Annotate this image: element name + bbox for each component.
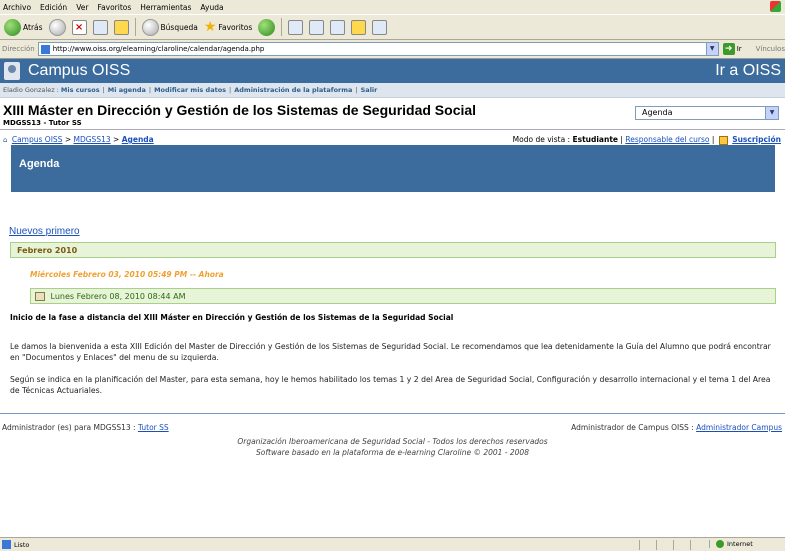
tool-select[interactable]: Agenda ▼ bbox=[635, 106, 779, 120]
search-button[interactable]: Búsqueda bbox=[141, 18, 198, 36]
back-arrow-icon bbox=[4, 18, 21, 36]
event-title: Inicio de la fase a distancia del XIII M… bbox=[10, 313, 454, 322]
agenda-banner: Agenda bbox=[11, 145, 775, 192]
footer-right-label: Administrador de Campus OISS : bbox=[571, 423, 694, 432]
event-paragraph: Le damos la bienvenida a esta XIII Edici… bbox=[10, 342, 771, 362]
search-icon bbox=[141, 18, 159, 36]
campus-title[interactable]: Campus OISS bbox=[28, 62, 130, 80]
footer-divider bbox=[0, 413, 785, 414]
calendar-icon bbox=[35, 292, 45, 301]
link-salir[interactable]: Salir bbox=[361, 86, 378, 94]
course-subtitle: MDGSS13 - Tutor SS bbox=[3, 119, 82, 127]
footer-credits: Organización Iberoamericana de Seguridad… bbox=[0, 436, 785, 458]
footer-line-1: Organización Iberoamericana de Seguridad… bbox=[237, 437, 548, 446]
status-bar: Listo Internet bbox=[0, 537, 785, 551]
address-dropdown-icon[interactable]: ▼ bbox=[705, 43, 718, 55]
user-bar: Eladio Gonzalez : Mis cursos | Mi agenda… bbox=[0, 83, 785, 98]
home-icon[interactable] bbox=[113, 19, 129, 35]
menu-herramientas[interactable]: Herramientas bbox=[140, 3, 191, 12]
ie-page-icon bbox=[2, 540, 11, 549]
home-icon: ⌂ bbox=[3, 136, 8, 144]
ir-oiss-link[interactable]: Ir a OISS bbox=[715, 62, 781, 80]
back-label: Atrás bbox=[23, 22, 43, 32]
event-body: Le damos la bienvenida a esta XIII Edici… bbox=[10, 341, 772, 407]
breadcrumb-home[interactable]: Campus OISS bbox=[12, 135, 63, 144]
print-icon[interactable] bbox=[309, 19, 325, 35]
responsible-link[interactable]: Responsable del curso bbox=[625, 135, 709, 144]
star-icon: ★ bbox=[203, 19, 217, 35]
oiss-logo-icon bbox=[4, 62, 20, 80]
links-button[interactable]: Vínculos bbox=[756, 45, 785, 53]
toolbar: Atrás × Búsqueda ★ Favoritos bbox=[0, 14, 785, 40]
status-text: Listo bbox=[14, 540, 30, 549]
admin-campus-link[interactable]: Administrador Campus bbox=[696, 423, 782, 432]
month-header: Febrero 2010 bbox=[10, 242, 776, 258]
course-header: XIII Máster en Dirección y Gestión de lo… bbox=[0, 98, 785, 130]
campus-header: Campus OISS Ir a OISS bbox=[0, 59, 785, 83]
forward-arrow-icon bbox=[48, 18, 66, 36]
breadcrumb: ⌂ Campus OISS > MDGSS13 > Agenda bbox=[3, 135, 154, 144]
zone-label: Internet bbox=[727, 540, 753, 548]
footer: Administrador (es) para MDGSS13 : Tutor … bbox=[0, 419, 785, 479]
link-administracion[interactable]: Administración de la plataforma bbox=[234, 86, 352, 94]
windows-logo-icon bbox=[770, 1, 781, 12]
subscription-link[interactable]: Suscripción bbox=[732, 135, 781, 144]
footer-right: Administrador de Campus OISS : Administr… bbox=[571, 423, 782, 432]
favorites-label: Favoritos bbox=[218, 22, 253, 32]
footer-line-2: Software basado en la plataforma de e-le… bbox=[256, 448, 529, 457]
security-zone: Internet bbox=[709, 540, 781, 548]
globe-icon bbox=[716, 540, 724, 548]
event-paragraph: Según se indica en la planificación del … bbox=[10, 375, 771, 395]
now-indicator: Miércoles Febrero 03, 2010 05:49 PM -- A… bbox=[30, 270, 224, 279]
tool-select-value: Agenda bbox=[642, 108, 673, 117]
link-modificar-datos[interactable]: Modificar mis datos bbox=[154, 86, 226, 94]
go-label: Ir bbox=[736, 45, 742, 53]
link-mis-cursos[interactable]: Mis cursos bbox=[61, 86, 100, 94]
history-icon[interactable] bbox=[258, 18, 276, 36]
search-label: Búsqueda bbox=[160, 22, 198, 32]
address-bar: Dirección http://www.oiss.org/elearning/… bbox=[0, 40, 785, 58]
forward-button[interactable] bbox=[48, 18, 66, 36]
view-mode: Modo de vista : Estudiante | Responsable… bbox=[512, 135, 781, 145]
nuevos-primero-link[interactable]: Nuevos primero bbox=[9, 226, 80, 237]
edit-icon[interactable] bbox=[330, 19, 346, 35]
user-name: Eladio Gonzalez : bbox=[3, 86, 59, 94]
view-mode-value[interactable]: Estudiante bbox=[572, 135, 618, 144]
subscription-icon bbox=[718, 135, 728, 145]
back-button[interactable]: Atrás bbox=[4, 18, 43, 36]
address-label: Dirección bbox=[2, 45, 35, 53]
menu-ver[interactable]: Ver bbox=[76, 3, 88, 12]
address-input[interactable]: http://www.oiss.org/elearning/claroline/… bbox=[37, 42, 719, 56]
status-cells bbox=[639, 540, 705, 550]
toolbar-separator bbox=[134, 18, 136, 36]
menu-edicion[interactable]: Edición bbox=[40, 3, 67, 12]
course-title[interactable]: XIII Máster en Dirección y Gestión de lo… bbox=[3, 102, 476, 118]
tutor-link[interactable]: Tutor SS bbox=[138, 423, 169, 432]
go-button[interactable]: ➜ Ir bbox=[722, 43, 742, 55]
view-mode-label: Modo de vista : bbox=[512, 135, 571, 144]
event-date-bar: Lunes Febrero 08, 2010 08:44 AM bbox=[30, 288, 776, 304]
favorites-button[interactable]: ★ Favoritos bbox=[204, 19, 252, 35]
breadcrumb-current[interactable]: Agenda bbox=[122, 135, 154, 144]
refresh-icon[interactable] bbox=[92, 19, 108, 35]
page-icon bbox=[40, 44, 50, 54]
menu-bar: Archivo Edición Ver Favoritos Herramient… bbox=[0, 0, 785, 14]
address-url: http://www.oiss.org/elearning/claroline/… bbox=[52, 45, 265, 53]
stop-icon[interactable]: × bbox=[71, 19, 87, 35]
footer-left: Administrador (es) para MDGSS13 : Tutor … bbox=[2, 423, 169, 432]
mail-icon[interactable] bbox=[288, 19, 304, 35]
menu-archivo[interactable]: Archivo bbox=[3, 3, 31, 12]
event-date: Lunes Febrero 08, 2010 08:44 AM bbox=[50, 292, 186, 301]
folder-icon[interactable] bbox=[351, 19, 367, 35]
footer-left-label: Administrador (es) para MDGSS13 : bbox=[2, 423, 136, 432]
messenger-icon[interactable] bbox=[372, 19, 388, 35]
menu-ayuda[interactable]: Ayuda bbox=[200, 3, 223, 12]
breadcrumb-course[interactable]: MDGSS13 bbox=[74, 135, 111, 144]
menu-favoritos[interactable]: Favoritos bbox=[97, 3, 131, 12]
go-arrow-icon: ➜ bbox=[722, 43, 735, 55]
link-mi-agenda[interactable]: Mi agenda bbox=[108, 86, 146, 94]
toolbar-separator bbox=[281, 18, 283, 36]
chevron-down-icon: ▼ bbox=[765, 107, 778, 119]
